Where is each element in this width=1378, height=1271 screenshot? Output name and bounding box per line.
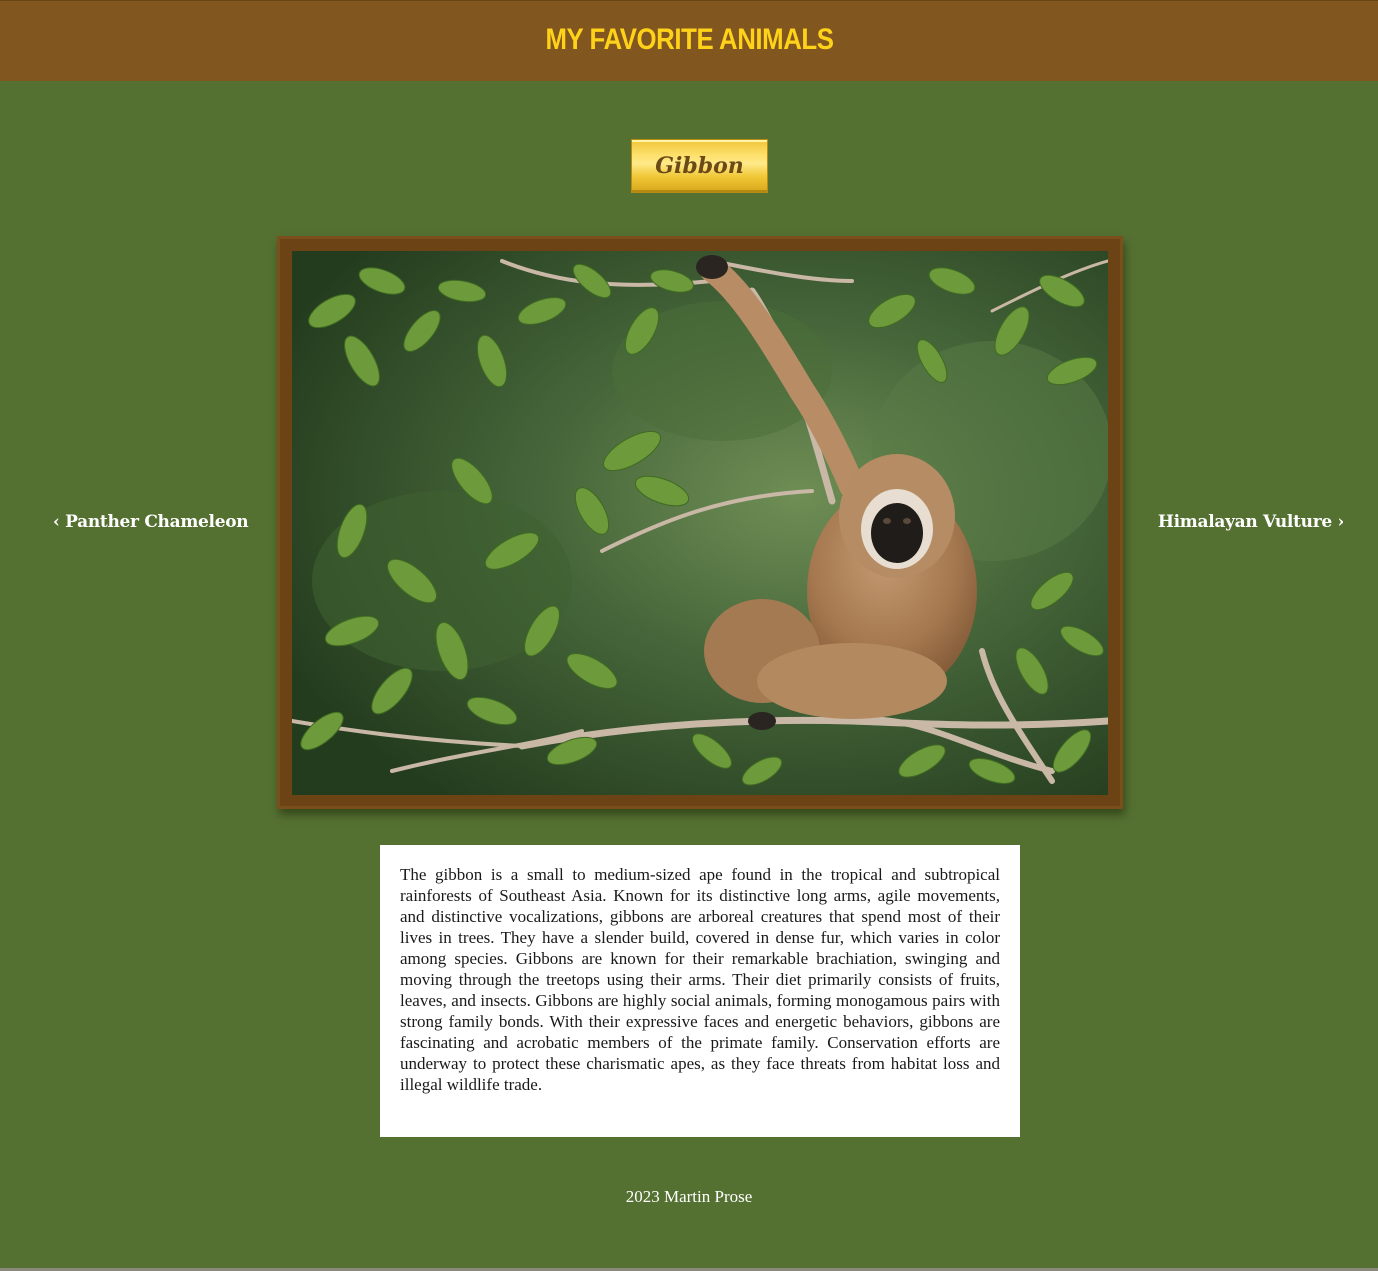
footer-credit: 2023 Martin Prose [625, 1187, 753, 1206]
animal-name: Gibbon [655, 153, 744, 179]
chevron-right-icon: › [1337, 512, 1345, 532]
animal-description: The gibbon is a small to medium-sized ap… [400, 865, 1000, 1094]
gibbon-illustration [292, 251, 1108, 795]
site-header: MY FAVORITE ANIMALS [0, 0, 1378, 81]
animal-name-plate: Gibbon [631, 139, 768, 193]
prev-animal-label: Panther Chameleon [65, 512, 249, 532]
next-animal-label: Himalayan Vulture [1157, 512, 1332, 532]
description-box: The gibbon is a small to medium-sized ap… [380, 845, 1020, 1137]
prev-animal-link[interactable]: ‹ Panther Chameleon [53, 512, 249, 532]
site-title: MY FAVORITE ANIMALS [544, 23, 834, 56]
next-animal-link[interactable]: Himalayan Vulture › [1158, 512, 1344, 532]
photo-frame [277, 236, 1123, 809]
chevron-left-icon: ‹ [53, 512, 60, 532]
animal-photo [292, 251, 1108, 795]
